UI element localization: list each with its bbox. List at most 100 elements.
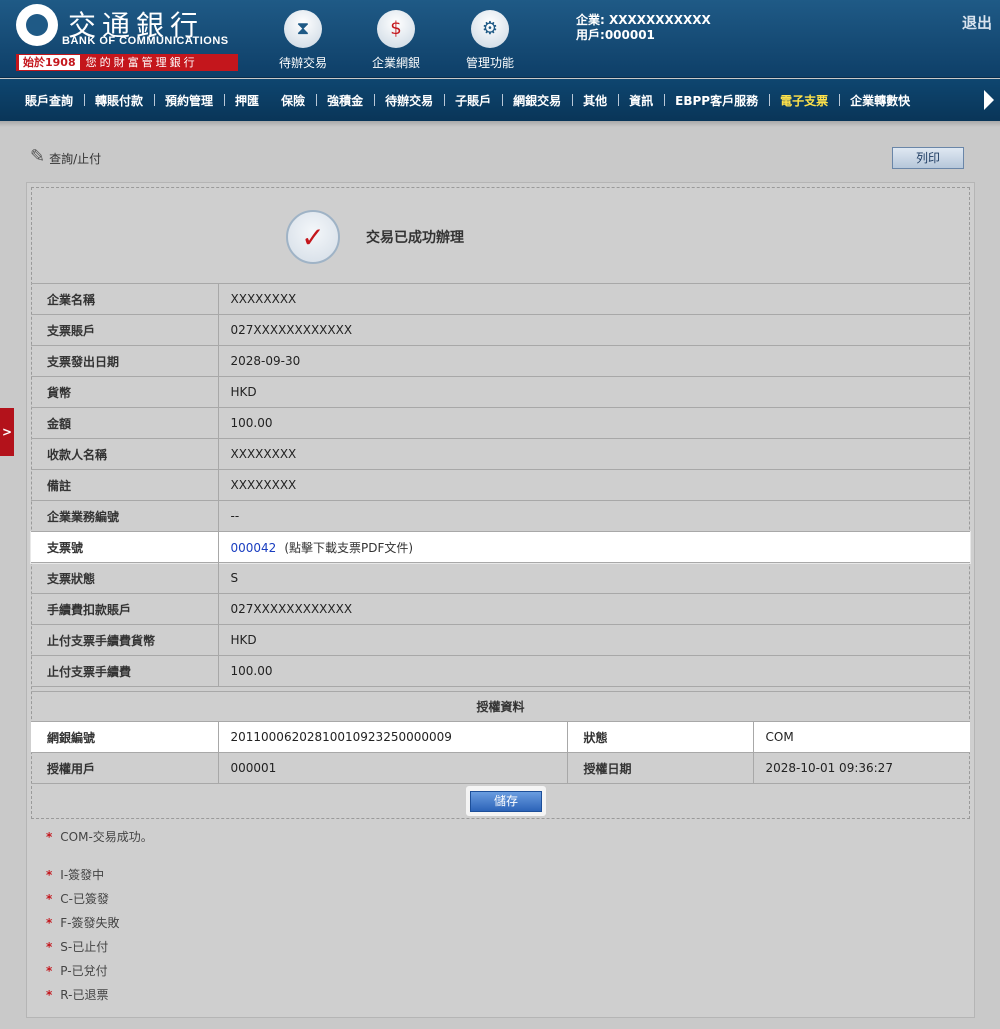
main-menu: 賬戶查詢 轉賬付款 預約管理 押匯 保險 強積金 待辦交易 子賬戶 網銀交易 其…: [0, 79, 1000, 121]
field-value: 2028-09-30: [218, 345, 970, 377]
field-value: XXXXXXXX: [218, 438, 970, 470]
menu-scroll-right-icon[interactable]: [984, 90, 994, 110]
menu-item-pending[interactable]: 待辦交易: [374, 92, 444, 109]
bank-logo[interactable]: 交通銀行 BANK OF COMMUNICATIONS 始於1908 您的財富管理…: [12, 2, 252, 74]
asterisk-icon: *: [46, 964, 53, 978]
top-nav-label: 管理功能: [465, 56, 514, 70]
field-value: 20110006202810010923250000009: [218, 721, 568, 753]
page-title: ✎ 查詢/止付: [30, 146, 101, 167]
field-label: 收款人名稱: [31, 438, 219, 470]
asterisk-icon: *: [46, 940, 53, 954]
table-row: 支票發出日期 2028-09-30: [31, 345, 970, 377]
menu-item-e-cheque[interactable]: 電子支票: [769, 92, 839, 109]
menu-item-mpf[interactable]: 強積金: [316, 92, 374, 109]
table-row: 企業業務編號 --: [31, 500, 970, 532]
table-row: 授權用戶 000001 授權日期 2028-10-01 09:36:27: [31, 752, 970, 784]
legend-item: * R-已退票: [46, 986, 108, 1003]
field-label: 手續費扣款賬戶: [31, 593, 219, 625]
cheque-pdf-link[interactable]: 000042: [231, 541, 277, 555]
field-value: 027XXXXXXXXXXXX: [218, 593, 970, 625]
field-value: 000001: [218, 752, 568, 784]
legend-item: * P-已兌付: [46, 962, 108, 979]
field-label: 金額: [31, 407, 219, 439]
field-label: 狀態: [567, 721, 754, 753]
logo-english-name: BANK OF COMMUNICATIONS: [62, 35, 229, 47]
company-name: XXXXXXXXXXX: [609, 13, 711, 27]
field-label: 止付支票手續費: [31, 655, 219, 687]
save-button-wrapper: 儲存: [466, 786, 546, 816]
field-value: 100.00: [218, 407, 970, 439]
top-nav-label: 企業網銀: [371, 56, 420, 70]
user-info: 企業: XXXXXXXXXXX 用戶:000001: [576, 13, 711, 43]
success-banner: ✓ 交易已成功辦理: [286, 210, 464, 264]
user-label: 用戶:: [576, 28, 605, 42]
table-row: 支票賬戶 027XXXXXXXXXXXX: [31, 314, 970, 346]
field-value: COM: [753, 721, 970, 753]
gears-icon: ⚙: [471, 10, 509, 48]
field-label: 企業名稱: [31, 283, 219, 315]
field-value: 027XXXXXXXXXXXX: [218, 314, 970, 346]
asterisk-icon: *: [46, 916, 53, 930]
print-button[interactable]: 列印: [892, 147, 964, 169]
logout-button[interactable]: 退出: [962, 12, 992, 33]
table-row: 止付支票手續費 100.00: [31, 655, 970, 687]
legend-text: P-已兌付: [60, 964, 108, 978]
top-nav-management[interactable]: ⚙ 管理功能: [455, 10, 525, 71]
legend-text: S-已止付: [60, 940, 109, 954]
monitor-dollar-icon: $: [377, 10, 415, 48]
asterisk-icon: *: [46, 988, 53, 1002]
table-row-cheque-number: 支票號 000042 (點擊下載支票PDF文件): [31, 531, 970, 563]
field-value: HKD: [218, 624, 970, 656]
logo-tagline: 您的財富管理銀行: [85, 56, 198, 69]
menu-item-account-inquiry[interactable]: 賬戶查詢: [14, 92, 84, 109]
save-button[interactable]: 儲存: [470, 790, 542, 812]
authorization-heading: 授權資料: [31, 691, 970, 721]
menu-item-insurance[interactable]: 保險: [270, 92, 316, 109]
menu-item-information[interactable]: 資訊: [618, 92, 664, 109]
pencil-icon: ✎: [30, 146, 46, 167]
field-label: 授權日期: [567, 752, 754, 784]
checkmark-icon: ✓: [286, 210, 340, 264]
field-value: HKD: [218, 376, 970, 408]
asterisk-icon: *: [46, 868, 53, 882]
top-nav-label: 待辦交易: [278, 56, 327, 70]
menu-item-transfer-payment[interactable]: 轉賬付款: [84, 92, 154, 109]
field-value: 2028-10-01 09:36:27: [753, 752, 970, 784]
menu-item-ebpp[interactable]: EBPP客戶服務: [664, 92, 769, 109]
menu-shadow: [0, 121, 1000, 127]
menu-item-fps[interactable]: 企業轉數快: [839, 92, 921, 109]
asterisk-icon: *: [46, 830, 53, 844]
cheque-details-table: 企業名稱 XXXXXXXX 支票賬戶 027XXXXXXXXXXXX 支票發出日…: [31, 283, 970, 687]
logo-slogan: 始於1908 您的財富管理銀行: [16, 54, 238, 71]
table-row: 金額 100.00: [31, 407, 970, 439]
table-row: 貨幣 HKD: [31, 376, 970, 408]
side-panel-toggle[interactable]: >: [0, 408, 14, 456]
menu-item-scheduled[interactable]: 預約管理: [154, 92, 224, 109]
field-label: 企業業務編號: [31, 500, 219, 532]
field-label: 支票賬戶: [31, 314, 219, 346]
top-nav-corporate-banking[interactable]: $ 企業網銀: [361, 10, 431, 71]
menu-item-sub-account[interactable]: 子賬戶: [444, 92, 502, 109]
logo-since: 始於1908: [19, 55, 80, 70]
field-label: 網銀編號: [31, 721, 219, 753]
table-row: 支票狀態 S: [31, 562, 970, 594]
bank-emblem-icon: [16, 4, 58, 46]
menu-item-remittance[interactable]: 押匯: [224, 92, 270, 109]
table-row: 止付支票手續費貨幣 HKD: [31, 624, 970, 656]
legend-text: R-已退票: [60, 988, 109, 1002]
table-row: 收款人名稱 XXXXXXXX: [31, 438, 970, 470]
menu-item-others[interactable]: 其他: [572, 92, 618, 109]
table-row: 備註 XXXXXXXX: [31, 469, 970, 501]
legend-item: * S-已止付: [46, 938, 108, 955]
field-value: 000042 (點擊下載支票PDF文件): [218, 531, 970, 563]
field-label: 支票狀態: [31, 562, 219, 594]
field-value: XXXXXXXX: [218, 469, 970, 501]
legend-item: * C-已簽發: [46, 890, 109, 907]
field-label: 備註: [31, 469, 219, 501]
success-message: 交易已成功辦理: [366, 230, 464, 246]
top-nav-pending-transactions[interactable]: ⧗ 待辦交易: [268, 10, 338, 71]
authorization-table: 網銀編號 20110006202810010923250000009 狀態 CO…: [31, 721, 970, 784]
field-label: 支票號: [31, 531, 219, 563]
table-row: 企業名稱 XXXXXXXX: [31, 283, 970, 315]
menu-item-ebanking-transactions[interactable]: 網銀交易: [502, 92, 572, 109]
